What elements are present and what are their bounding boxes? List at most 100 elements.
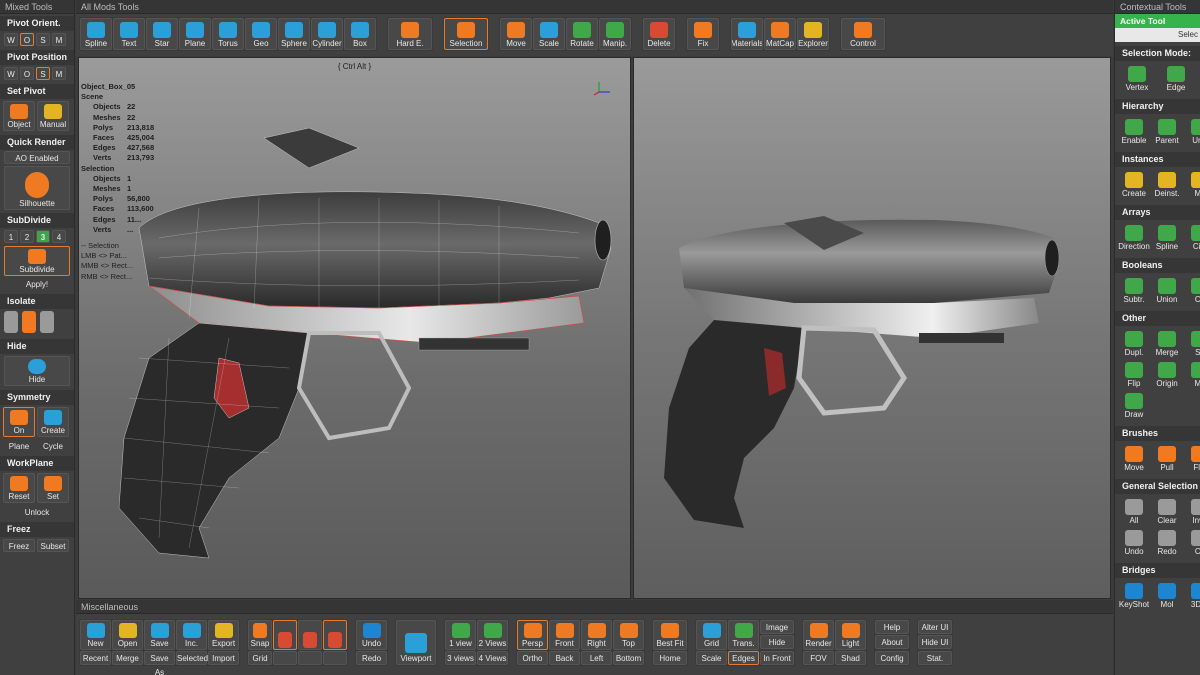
subset-button[interactable]: Subset xyxy=(37,539,69,552)
subdivide-level-1[interactable]: 1 xyxy=(4,230,18,243)
top-button[interactable]: Top xyxy=(613,620,644,650)
geo-button[interactable]: Geo xyxy=(245,18,277,50)
viewport-perspective-wire[interactable]: { Ctrl Alt } Object_Box_05 Scene Objects… xyxy=(78,57,631,599)
spline-button[interactable]: Spline xyxy=(80,18,112,50)
one-view-button[interactable]: 1 view xyxy=(445,620,476,650)
general-selection-redo-button[interactable]: Redo xyxy=(1151,527,1183,557)
bridges-keyshot-button[interactable]: KeyShot xyxy=(1118,580,1150,610)
hide-display-button[interactable]: Hide xyxy=(760,635,794,649)
home-button[interactable]: Home xyxy=(653,651,687,665)
hard-e-button[interactable]: Hard E. xyxy=(388,18,432,50)
rotate-button[interactable]: Rotate xyxy=(566,18,598,50)
other-draw-button[interactable]: Draw xyxy=(1118,390,1150,420)
brushes-flat-button[interactable]: Flat xyxy=(1184,443,1200,473)
trans-button[interactable]: Trans. xyxy=(728,620,759,650)
matcap-button[interactable]: MatCap xyxy=(764,18,796,50)
instances-deinst-button[interactable]: Deinst. xyxy=(1151,169,1183,199)
isolate-group-icon[interactable] xyxy=(40,311,54,333)
edges-button[interactable]: Edges xyxy=(728,651,759,665)
snap-mode-5[interactable] xyxy=(298,651,322,665)
manip-button[interactable]: Manip. xyxy=(599,18,631,50)
symmetry-on-button[interactable]: On xyxy=(3,407,35,437)
fov-button[interactable]: FOV xyxy=(803,651,834,665)
pivot-position-o[interactable]: O xyxy=(20,67,34,80)
help-button[interactable]: Help xyxy=(875,620,909,634)
hierarchy-parent-button[interactable]: Parent xyxy=(1151,116,1183,146)
general-selection-co-button[interactable]: Co xyxy=(1184,527,1200,557)
subdivide-level-2[interactable]: 2 xyxy=(20,230,34,243)
plane-button[interactable]: Plane xyxy=(179,18,211,50)
arrays-circ-button[interactable]: Circ xyxy=(1184,222,1200,252)
open-button[interactable]: Open xyxy=(112,620,143,650)
four-views-button[interactable]: 4 Views xyxy=(477,651,508,665)
merge-button[interactable]: Merge xyxy=(112,651,143,665)
star-button[interactable]: Star xyxy=(146,18,178,50)
ao-enabled-toggle[interactable]: AO Enabled xyxy=(4,151,70,164)
snap-mode-3[interactable] xyxy=(323,620,347,650)
silhouette-button[interactable]: Silhouette xyxy=(4,166,70,210)
fix-button[interactable]: Fix xyxy=(687,18,719,50)
sphere-button[interactable]: Sphere xyxy=(278,18,310,50)
arrays-spline-button[interactable]: Spline xyxy=(1151,222,1183,252)
recent-button[interactable]: Recent xyxy=(80,651,111,665)
subdivide-level-3[interactable]: 3 xyxy=(36,230,50,243)
ortho-button[interactable]: Ortho xyxy=(517,651,548,665)
general-selection-all-button[interactable]: All xyxy=(1118,496,1150,526)
delete-button[interactable]: Delete xyxy=(643,18,675,50)
move-button[interactable]: Move xyxy=(500,18,532,50)
hierarchy-enable-button[interactable]: Enable xyxy=(1118,116,1150,146)
pivot-position-s[interactable]: S xyxy=(36,67,50,80)
apply-button[interactable]: Apply! xyxy=(4,278,70,291)
unlock-button[interactable]: Unlock xyxy=(4,506,70,519)
explorer-button[interactable]: Explorer xyxy=(797,18,829,50)
about-button[interactable]: About xyxy=(875,635,909,650)
other-sh-button[interactable]: Sh xyxy=(1184,328,1200,358)
control-button[interactable]: Control xyxy=(841,18,885,50)
symmetry-cycle-button[interactable]: Cycle xyxy=(37,440,69,453)
bottom-view-button[interactable]: Bottom xyxy=(613,651,644,665)
import-button[interactable]: Import xyxy=(208,651,239,665)
redo-button[interactable]: Redo xyxy=(356,651,387,665)
general-selection-undo-button[interactable]: Undo xyxy=(1118,527,1150,557)
hide-ui-button[interactable]: Hide UI xyxy=(918,635,952,650)
save-as-button[interactable]: Save As xyxy=(144,651,175,675)
image-button[interactable]: Image xyxy=(760,620,794,634)
save-button[interactable]: Save xyxy=(144,620,175,650)
brushes-move-button[interactable]: Move xyxy=(1118,443,1150,473)
other-merge-button[interactable]: Merge xyxy=(1151,328,1183,358)
general-selection-inve-button[interactable]: Inve xyxy=(1184,496,1200,526)
front-button[interactable]: Front xyxy=(549,620,580,650)
undo-button[interactable]: Undo xyxy=(356,620,387,650)
scale-display-button[interactable]: Scale xyxy=(696,651,727,665)
snap-mode-2[interactable] xyxy=(298,620,322,650)
isolate-ghost-icon[interactable] xyxy=(4,311,18,333)
active-tool-value[interactable]: Selec xyxy=(1115,28,1200,42)
viewport-button[interactable]: Viewport xyxy=(396,620,436,665)
snap-mode-4[interactable] xyxy=(273,651,297,665)
left-button[interactable]: Left xyxy=(581,651,612,665)
pivot-object-button[interactable]: Object xyxy=(3,101,35,131)
stat-button[interactable]: Stat. xyxy=(918,650,952,665)
torus-button[interactable]: Torus xyxy=(212,18,244,50)
other-flip-button[interactable]: Flip xyxy=(1118,359,1150,389)
hierarchy-unp-button[interactable]: UnP xyxy=(1184,116,1200,146)
viewport-perspective-shaded[interactable] xyxy=(633,57,1111,599)
booleans-subtr-button[interactable]: Subtr. xyxy=(1118,275,1150,305)
pivot-orient-m[interactable]: M xyxy=(52,33,66,46)
pivot-orient-w[interactable]: W xyxy=(4,33,18,46)
brushes-pull-button[interactable]: Pull xyxy=(1151,443,1183,473)
pivot-position-m[interactable]: M xyxy=(52,67,66,80)
pivot-manual-button[interactable]: Manual xyxy=(37,101,69,131)
cylinder-button[interactable]: Cylinder xyxy=(311,18,343,50)
selection-button[interactable]: Selection xyxy=(444,18,488,50)
inc-save-button[interactable]: Inc. xyxy=(176,620,207,650)
light-button[interactable]: Light xyxy=(835,620,866,650)
symmetry-create-button[interactable]: Create xyxy=(37,407,69,437)
materials-button[interactable]: Materials xyxy=(731,18,763,50)
isolate-person-icon[interactable] xyxy=(22,311,36,333)
instances-create-button[interactable]: Create xyxy=(1118,169,1150,199)
grid-toggle-button[interactable]: Grid xyxy=(696,620,727,650)
other-mo-button[interactable]: Mo xyxy=(1184,359,1200,389)
general-selection-clear-button[interactable]: Clear xyxy=(1151,496,1183,526)
booleans-cu-button[interactable]: Cu xyxy=(1184,275,1200,305)
